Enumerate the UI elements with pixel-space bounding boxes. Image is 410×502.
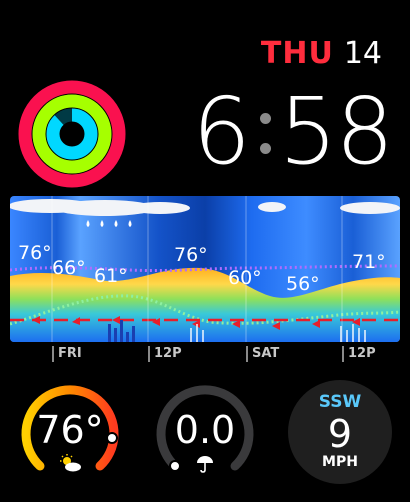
- partly-sunny-icon: [60, 454, 81, 472]
- date-display[interactable]: THU 14: [260, 36, 382, 71]
- temp-label: 76°: [18, 242, 52, 264]
- temp-label: 66°: [52, 257, 86, 279]
- weekday-label: THU: [260, 36, 334, 71]
- precipitation-complication[interactable]: 0.0: [153, 380, 257, 484]
- temp-label: 61°: [94, 265, 128, 287]
- temp-label: 71°: [352, 251, 386, 273]
- time-separator: [251, 97, 277, 167]
- temp-label: 56°: [286, 273, 320, 295]
- current-temperature: 76°: [36, 408, 104, 452]
- temp-label: 60°: [228, 267, 262, 289]
- wind-complication[interactable]: SSW 9 MPH: [288, 380, 392, 484]
- activity-rings-complication[interactable]: [18, 80, 126, 188]
- watch-face: THU 14 6 58 76° 66° 61° 76° 60° 56° 71° …: [0, 0, 410, 502]
- forecast-graph-complication[interactable]: 76° 66° 61° 76° 60° 56° 71°: [10, 196, 400, 342]
- time-minutes: 58: [278, 78, 394, 185]
- temp-label: 76°: [174, 244, 208, 266]
- timeline-label: SAT: [246, 346, 279, 362]
- temperature-complication[interactable]: 76°: [18, 380, 122, 484]
- wind-direction: SSW: [318, 392, 362, 412]
- stand-ring: [46, 108, 98, 160]
- umbrella-icon: [197, 456, 213, 473]
- timeline-label: 12P: [148, 346, 182, 362]
- wind-speed: 9: [327, 412, 353, 456]
- time-display: 6 58: [192, 78, 394, 185]
- forecast-timeline: FRI 12P SAT 12P: [10, 344, 400, 366]
- wind-unit: MPH: [322, 454, 358, 470]
- precipitation-amount: 0.0: [174, 408, 236, 452]
- day-number: 14: [343, 36, 382, 71]
- time-hours: 6: [192, 78, 251, 185]
- timeline-label: 12P: [342, 346, 376, 362]
- activity-rings-icon: [18, 80, 126, 188]
- timeline-label: FRI: [52, 346, 82, 362]
